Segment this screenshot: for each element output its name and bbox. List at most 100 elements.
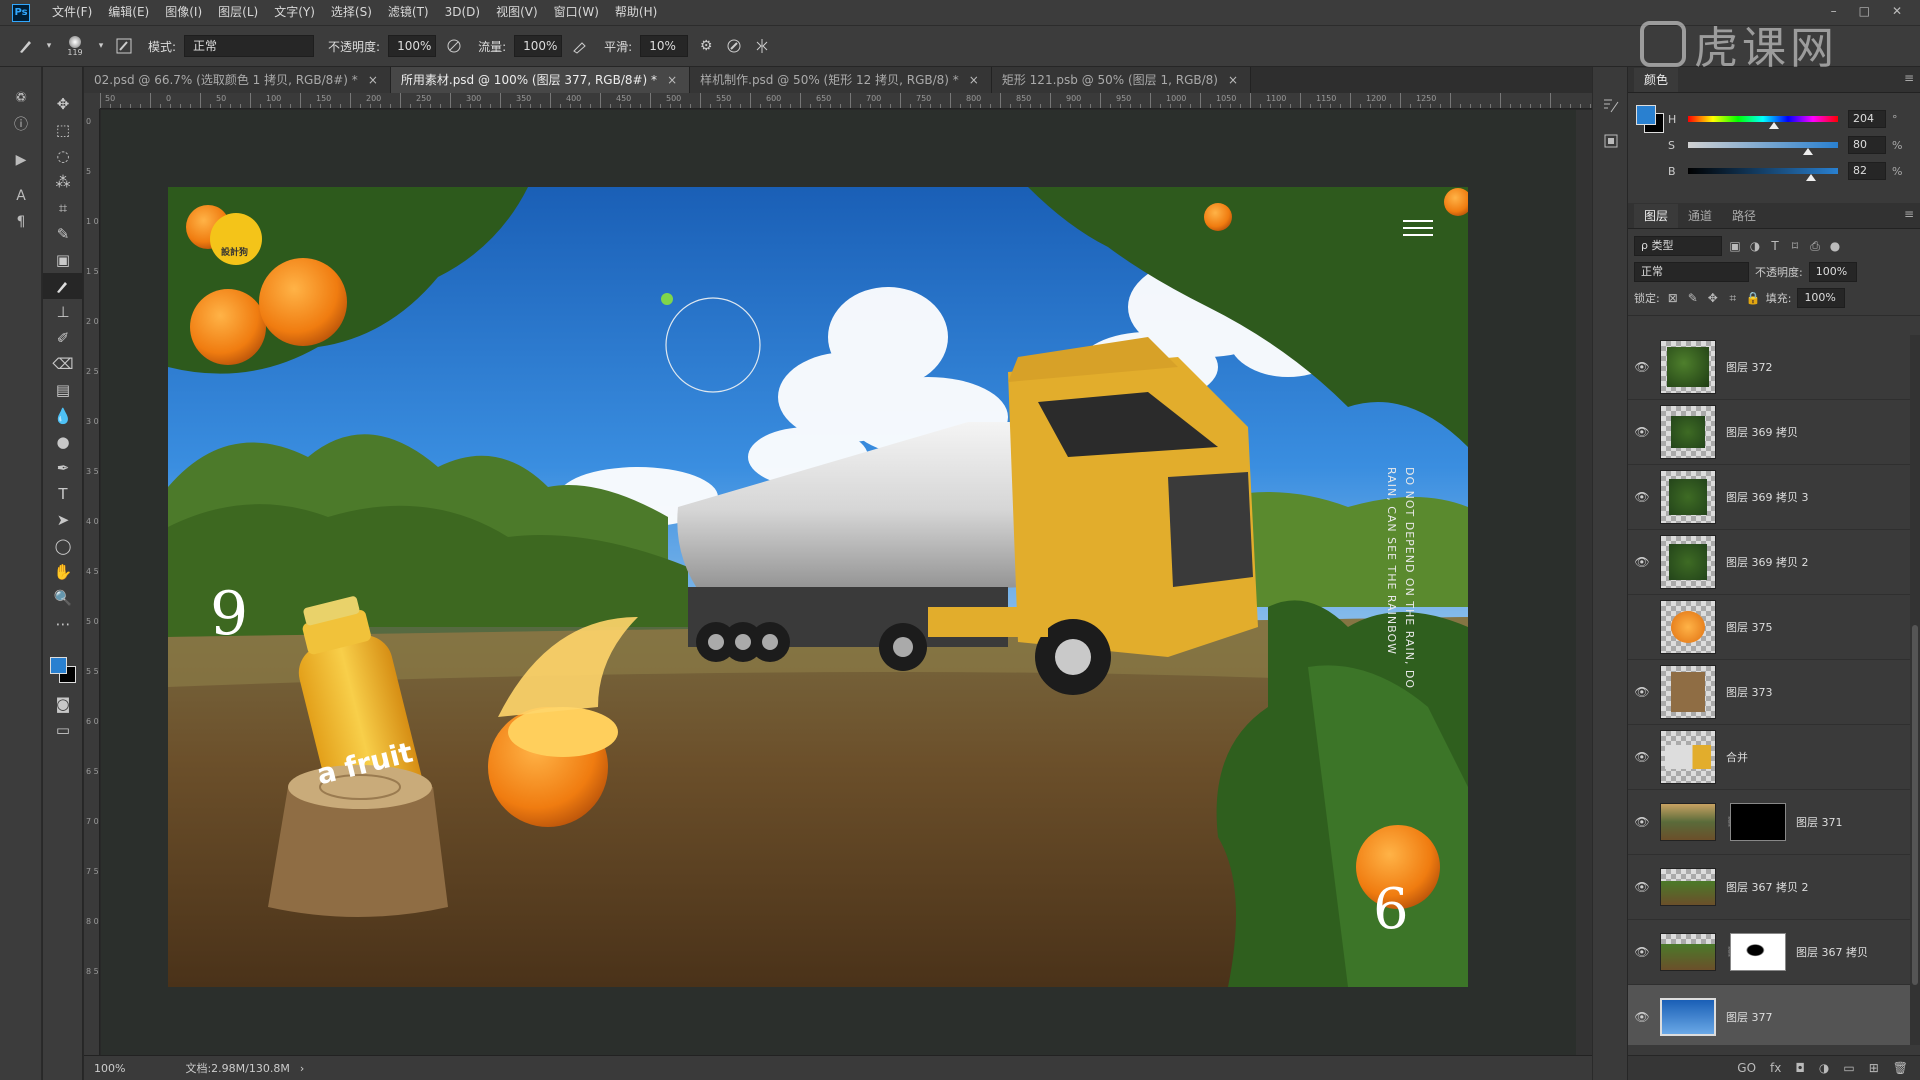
menu-file[interactable]: 文件(F): [44, 0, 100, 25]
visibility-eye-icon[interactable]: 👁: [1628, 425, 1656, 439]
tab-paths[interactable]: 路径: [1722, 204, 1766, 228]
lock-transparency-icon[interactable]: ⊠: [1666, 291, 1680, 305]
menu-window[interactable]: 窗口(W): [546, 0, 607, 25]
lock-all-icon[interactable]: 🔒: [1746, 291, 1761, 305]
scrollbar-thumb[interactable]: [1912, 625, 1918, 985]
layer-name[interactable]: 图层 367 拷贝 2: [1726, 879, 1808, 895]
menu-edit[interactable]: 编辑(E): [100, 0, 157, 25]
zoom-level[interactable]: 100%: [94, 1062, 125, 1075]
foreground-color-swatch[interactable]: [50, 657, 67, 674]
menu-filter[interactable]: 滤镜(T): [380, 0, 437, 25]
hue-track[interactable]: [1688, 116, 1838, 129]
brush-settings-icon[interactable]: [114, 36, 134, 56]
hand-tool-icon[interactable]: ✋: [43, 559, 83, 585]
visibility-eye-icon[interactable]: 👁: [1628, 945, 1656, 959]
brush-settings-panel-icon[interactable]: [1593, 87, 1629, 123]
visibility-eye-icon[interactable]: 👁: [1628, 490, 1656, 504]
layer-row[interactable]: 👁 图层 369 拷贝: [1628, 400, 1910, 465]
layers-scrollbar[interactable]: [1910, 335, 1920, 1045]
info-icon[interactable]: ⓘ: [0, 111, 42, 137]
type-tool-icon[interactable]: T: [43, 481, 83, 507]
brightness-slider[interactable]: B 82 %: [1668, 161, 1916, 181]
menu-help[interactable]: 帮助(H): [607, 0, 665, 25]
visibility-eye-icon[interactable]: 👁: [1628, 1010, 1656, 1024]
new-layer-icon[interactable]: ⊞: [1869, 1061, 1879, 1075]
fill-input[interactable]: 100%: [1797, 288, 1846, 308]
brightness-knob[interactable]: [1806, 174, 1816, 181]
doc-tab-02[interactable]: 02.psd @ 66.7% (选取颜色 1 拷贝, RGB/8#) * ×: [84, 67, 391, 93]
visibility-eye-icon[interactable]: 👁: [1628, 815, 1656, 829]
layer-name[interactable]: 图层 372: [1726, 359, 1773, 375]
blur-tool-icon[interactable]: 💧: [43, 403, 83, 429]
add-mask-icon[interactable]: ◘: [1795, 1061, 1805, 1075]
filter-type-icon[interactable]: T: [1768, 239, 1782, 253]
vertical-ruler[interactable]: 0 5 1 0 1 5 2 0 2 5 3 0 3 5 4 0 4 5 5 0 …: [84, 109, 100, 1055]
menu-view[interactable]: 视图(V): [488, 0, 546, 25]
path-selection-tool-icon[interactable]: ➤: [43, 507, 83, 533]
saturation-input[interactable]: 80: [1848, 136, 1886, 154]
saturation-slider[interactable]: S 80 %: [1668, 135, 1916, 155]
magic-wand-tool-icon[interactable]: ⁂: [43, 169, 83, 195]
layer-name[interactable]: 合并: [1726, 749, 1748, 765]
frame-tool-icon[interactable]: ▣: [43, 247, 83, 273]
history-brush-tool-icon[interactable]: ✐: [43, 325, 83, 351]
layer-name[interactable]: 图层 375: [1726, 619, 1773, 635]
flow-input[interactable]: 100%: [514, 35, 563, 57]
chevron-down-icon[interactable]: ▾: [96, 36, 106, 56]
maximize-button[interactable]: □: [1859, 0, 1870, 22]
filter-toggle-icon[interactable]: ●: [1828, 239, 1842, 253]
layer-row[interactable]: 👁 ⛓ 图层 367 拷贝: [1628, 920, 1910, 985]
quick-mask-icon[interactable]: ◙: [43, 691, 83, 717]
brush-tool-icon[interactable]: [43, 273, 83, 299]
doc-tab-mockup[interactable]: 样机制作.psd @ 50% (矩形 12 拷贝, RGB/8) * ×: [690, 67, 992, 93]
filter-pixel-icon[interactable]: ▣: [1728, 239, 1742, 253]
layer-filter-select[interactable]: ρ 类型: [1634, 236, 1722, 256]
move-tool-icon[interactable]: ✥: [43, 91, 83, 117]
visibility-eye-icon[interactable]: 👁: [1628, 620, 1656, 634]
pasteboard[interactable]: 設計狗 9 6 a fruit DO NOT DEPEND ON THE RAI…: [101, 110, 1576, 1055]
doc-tab-materials[interactable]: 所用素材.psd @ 100% (图层 377, RGB/8#) * ×: [390, 67, 691, 93]
menu-select[interactable]: 选择(S): [323, 0, 380, 25]
link-layers-icon[interactable]: GO: [1737, 1061, 1756, 1075]
panel-menu-icon[interactable]: ≡: [1904, 207, 1914, 221]
pressure-size-icon[interactable]: [724, 36, 744, 56]
layer-row-selected[interactable]: 👁 图层 377: [1628, 985, 1910, 1045]
layer-name[interactable]: 图层 373: [1726, 684, 1773, 700]
brightness-input[interactable]: 82: [1848, 162, 1886, 180]
layer-name[interactable]: 图层 369 拷贝 2: [1726, 554, 1808, 570]
dodge-tool-icon[interactable]: ●: [43, 429, 83, 455]
delete-layer-icon[interactable]: 🗑: [1893, 1061, 1908, 1075]
new-group-icon[interactable]: ▭: [1843, 1061, 1854, 1075]
screen-mode-icon[interactable]: ▭: [43, 717, 83, 743]
layer-style-icon[interactable]: fx: [1770, 1061, 1781, 1075]
marquee-tool-icon[interactable]: ⬚: [43, 117, 83, 143]
visibility-eye-icon[interactable]: 👁: [1628, 685, 1656, 699]
blend-mode-select[interactable]: 正常: [1634, 262, 1749, 282]
pen-tool-icon[interactable]: ✒: [43, 455, 83, 481]
chevron-down-icon[interactable]: ▾: [44, 36, 54, 56]
lock-pixels-icon[interactable]: ✎: [1686, 291, 1700, 305]
paragraph-icon[interactable]: ¶: [0, 209, 42, 235]
pressure-opacity-icon[interactable]: [444, 36, 464, 56]
menu-3d[interactable]: 3D(D): [437, 0, 488, 25]
close-window-button[interactable]: ✕: [1892, 0, 1902, 22]
layer-name[interactable]: 图层 369 拷贝 3: [1726, 489, 1808, 505]
menu-type[interactable]: 文字(Y): [266, 0, 323, 25]
visibility-eye-icon[interactable]: 👁: [1628, 750, 1656, 764]
brightness-track[interactable]: [1688, 168, 1838, 181]
airbrush-icon[interactable]: [570, 36, 590, 56]
close-icon[interactable]: ×: [969, 67, 979, 93]
visibility-eye-icon[interactable]: 👁: [1628, 880, 1656, 894]
menu-layer[interactable]: 图层(L): [210, 0, 266, 25]
close-icon[interactable]: ×: [667, 67, 677, 93]
layer-row[interactable]: 👁 图层 372: [1628, 335, 1910, 400]
layer-name[interactable]: 图层 371: [1796, 814, 1843, 830]
hue-knob[interactable]: [1768, 122, 1779, 129]
lock-artboard-icon[interactable]: ⌗: [1726, 291, 1740, 306]
tab-channels[interactable]: 通道: [1678, 204, 1722, 228]
gradient-tool-icon[interactable]: ▤: [43, 377, 83, 403]
layer-row[interactable]: 👁 图层 367 拷贝 2: [1628, 855, 1910, 920]
layer-row[interactable]: 👁 合并: [1628, 725, 1910, 790]
layer-opacity-input[interactable]: 100%: [1808, 262, 1857, 282]
filter-smart-object-icon[interactable]: ⎙: [1808, 239, 1822, 254]
